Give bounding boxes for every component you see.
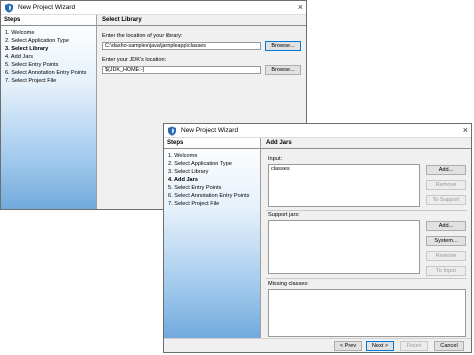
close-icon[interactable]: × bbox=[298, 2, 303, 13]
step-item: 6. Select Annotation Entry Points bbox=[168, 193, 250, 199]
input-add-button[interactable]: Add... bbox=[426, 165, 466, 175]
jdk-label: Enter your JDK's location: bbox=[102, 57, 167, 63]
step-item: 5. Select Entry Points bbox=[5, 62, 59, 68]
system-button[interactable]: System... bbox=[426, 236, 466, 246]
finish-button[interactable]: Finish bbox=[400, 341, 428, 351]
list-item[interactable]: classes bbox=[269, 165, 419, 173]
step-item-current: 3. Select Library bbox=[5, 46, 49, 52]
input-label: Input: bbox=[268, 156, 282, 162]
support-jars-list[interactable] bbox=[268, 220, 420, 274]
steps-title: Steps bbox=[167, 140, 184, 146]
step-item: 1. Welcome bbox=[5, 30, 35, 36]
close-icon[interactable]: × bbox=[463, 125, 468, 136]
steps-list: 1. Welcome 2. Select Application Type 3.… bbox=[5, 29, 86, 85]
wizard-window-add-jars: New Project Wizard × Steps 1. Welcome 2.… bbox=[163, 123, 472, 353]
to-support-button[interactable]: To Support bbox=[426, 195, 466, 205]
title-bar[interactable]: New Project Wizard × bbox=[1, 1, 306, 15]
library-label: Enter the location of your library: bbox=[102, 33, 183, 39]
title-bar[interactable]: New Project Wizard × bbox=[164, 124, 471, 138]
step-item: 7. Select Project File bbox=[5, 78, 57, 84]
step-item: 7. Select Project File bbox=[168, 201, 220, 207]
step-item: 1. Welcome bbox=[168, 153, 198, 159]
steps-panel: Steps 1. Welcome 2. Select Application T… bbox=[164, 138, 261, 340]
wizard-shield-icon bbox=[5, 3, 13, 13]
support-add-button[interactable]: Add... bbox=[426, 221, 466, 231]
step-item: 4. Add Jars bbox=[5, 54, 33, 60]
panel-title: Select Library bbox=[102, 17, 142, 23]
divider bbox=[164, 148, 260, 149]
support-jars-label: Support jars: bbox=[268, 212, 300, 218]
cancel-button[interactable]: Cancel bbox=[434, 341, 464, 351]
steps-list: 1. Welcome 2. Select Application Type 3.… bbox=[168, 152, 249, 208]
browse-library-button[interactable]: Browse... bbox=[265, 41, 301, 51]
wizard-footer: < Prev Next > Finish Cancel bbox=[164, 338, 471, 352]
jdk-path-field[interactable]: ${JDK_HOME:-} bbox=[102, 66, 261, 74]
step-item: 6. Select Annotation Entry Points bbox=[5, 70, 87, 76]
divider bbox=[266, 278, 467, 279]
browse-jdk-button[interactable]: Browse... bbox=[265, 65, 301, 75]
prev-button[interactable]: < Prev bbox=[334, 341, 362, 351]
missing-classes-label: Missing classes: bbox=[268, 281, 309, 287]
steps-panel: Steps 1. Welcome 2. Select Application T… bbox=[1, 15, 97, 209]
divider bbox=[1, 25, 96, 26]
step-item: 5. Select Entry Points bbox=[168, 185, 222, 191]
missing-classes-list[interactable] bbox=[268, 289, 466, 337]
support-remove-button[interactable]: Remove bbox=[426, 251, 466, 261]
window-title: New Project Wizard bbox=[181, 127, 239, 134]
input-remove-button[interactable]: Remove bbox=[426, 180, 466, 190]
divider bbox=[97, 25, 306, 26]
step-item-current: 4. Add Jars bbox=[168, 177, 198, 183]
step-item: 2. Select Application Type bbox=[168, 161, 232, 167]
window-title: New Project Wizard bbox=[18, 4, 76, 11]
wizard-shield-icon bbox=[168, 126, 176, 136]
to-input-button[interactable]: To Input bbox=[426, 266, 466, 276]
panel-title: Add Jars bbox=[266, 140, 292, 146]
steps-title: Steps bbox=[4, 17, 21, 23]
step-item: 2. Select Application Type bbox=[5, 38, 69, 44]
divider bbox=[266, 210, 467, 211]
step-item: 3. Select Library bbox=[168, 169, 209, 175]
input-jars-list[interactable]: classes bbox=[268, 164, 420, 207]
library-path-field[interactable]: C:\dasho-samples\java\jarnpleapp\classes bbox=[102, 42, 261, 50]
divider bbox=[261, 148, 471, 149]
next-button[interactable]: Next > bbox=[366, 341, 394, 351]
